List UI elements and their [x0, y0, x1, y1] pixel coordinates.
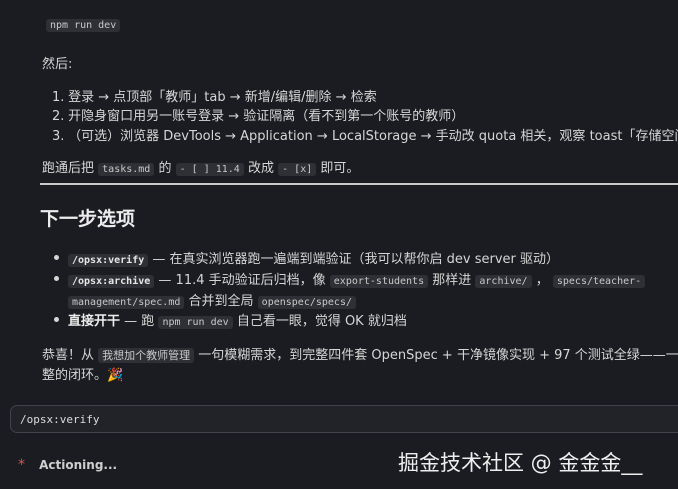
status-bar: * Actioning... [18, 457, 117, 473]
step-number: 1. [52, 90, 65, 105]
watermark: 掘金技术社区 @ 金金金__ [398, 451, 643, 475]
command-code: npm run dev [46, 19, 121, 32]
from-checkbox-code: - [ ] 11.4 [175, 163, 244, 176]
spec-path-code: specs/teacher- [552, 275, 646, 288]
step-item: 3. （可选）浏览器 DevTools → Application → Loca… [52, 125, 678, 144]
option-text: — 在真实浏览器跑一遍端到端验证（我可以帮你启 dev server 驱动） [152, 252, 560, 267]
option-start: 直接开干 — 跑 npm run dev 自己看一眼，觉得 OK 就归档 [54, 310, 407, 329]
option-bold: 直接开干 [68, 314, 121, 329]
divider [40, 183, 678, 185]
openspec-specs-code: openspec/specs/ [257, 296, 356, 309]
option-archive: /opsx:archive — 11.4 手动验证后归档，像 export-st… [53, 269, 646, 288]
congrats-suffix: 一句模糊需求，到完整四件套 OpenSpec + 干净镜像实现 + 97 个测试… [198, 348, 678, 363]
option-archive-cont: management/spec.md 合并到全局 openspec/specs/ [68, 290, 356, 309]
step-item: 2. 开隐身窗口用另一账号登录 → 验证隔离（看不到第一个账号的教师） [52, 105, 464, 124]
congrats-line2: 整的闭环。🎉 [42, 368, 124, 383]
then-label: 然后: [42, 57, 73, 72]
spec-path-code-cont: management/spec.md [68, 296, 185, 309]
step-text: （可选）浏览器 DevTools → Application → LocalSt… [68, 129, 678, 144]
after-mid2: 改成 [247, 161, 274, 176]
npm-run-dev-code: npm run dev [158, 316, 233, 329]
option-text: 合并到全局 [188, 294, 254, 309]
option-text: — 11.4 手动验证后归档，像 [158, 273, 326, 288]
command-input-value[interactable]: /opsx:verify [20, 413, 99, 426]
tasks-file-code: tasks.md [98, 163, 155, 176]
to-checkbox-code: - [x] [278, 163, 317, 176]
chat-transcript: npm run dev 然后: 1. 登录 → 点顶部「教师」tab → 新增/… [0, 0, 678, 400]
step-number: 3. [52, 129, 65, 144]
after-line: 跑通后把 tasks.md 的 - [ ] 11.4 改成 - [x] 即可。 [42, 157, 359, 176]
option-verify: /opsx:verify — 在真实浏览器跑一遍端到端验证（我可以帮你启 dev… [53, 248, 560, 267]
congrats-line: 恭喜！从 我想加个教师管理 一句模糊需求，到完整四件套 OpenSpec + 干… [42, 344, 678, 363]
option-text: 自己看一眼，觉得 OK 就归档 [236, 314, 407, 329]
after-prefix: 跑通后把 [42, 161, 95, 176]
asterisk-icon: * [18, 457, 25, 473]
option-text: — 跑 [124, 314, 155, 329]
export-students-code: export-students [329, 275, 429, 288]
after-mid: 的 [158, 161, 172, 176]
quote-code: 我想加个教师管理 [98, 348, 195, 363]
after-suffix: 即可。 [320, 161, 360, 176]
congrats-prefix: 恭喜！从 [42, 348, 95, 363]
top-command: npm run dev [46, 17, 121, 32]
archive-command: /opsx:archive [68, 275, 155, 288]
archive-dir-code: archive/ [475, 275, 532, 288]
next-heading: 下一步选项 [40, 208, 136, 230]
step-item: 1. 登录 → 点顶部「教师」tab → 新增/编辑/删除 → 检索 [52, 86, 377, 105]
step-text: 登录 → 点顶部「教师」tab → 新增/编辑/删除 → 检索 [68, 90, 377, 105]
option-comma: ， [535, 273, 549, 288]
command-input[interactable]: /opsx:verify [10, 405, 678, 433]
step-text: 开隐身窗口用另一账号登录 → 验证隔离（看不到第一个账号的教师） [68, 109, 465, 124]
verify-command: /opsx:verify [68, 254, 149, 267]
option-text: 那样进 [432, 273, 472, 288]
status-label: Actioning... [39, 458, 118, 472]
step-number: 2. [52, 109, 65, 124]
